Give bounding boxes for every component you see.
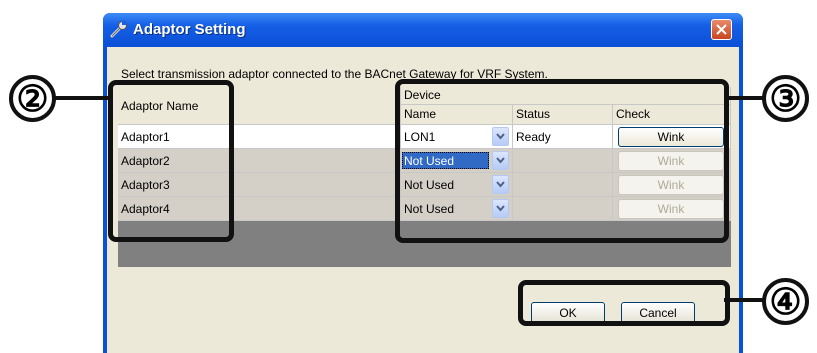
callout-frame-adaptor-name <box>108 80 234 242</box>
callout-line <box>724 298 764 302</box>
close-button[interactable] <box>711 19 732 40</box>
callout-line <box>52 96 110 100</box>
callout-number-4: ④ <box>762 278 809 325</box>
close-icon <box>716 24 727 35</box>
callout-number-3: ③ <box>762 75 809 122</box>
title-bar[interactable]: Adaptor Setting <box>103 13 743 47</box>
callout-frame-buttons <box>518 280 730 326</box>
wrench-icon <box>110 21 127 38</box>
callout-frame-device <box>395 79 729 243</box>
callout-line <box>724 96 764 100</box>
window-title: Adaptor Setting <box>133 21 246 38</box>
callout-number-2: ② <box>9 75 56 122</box>
